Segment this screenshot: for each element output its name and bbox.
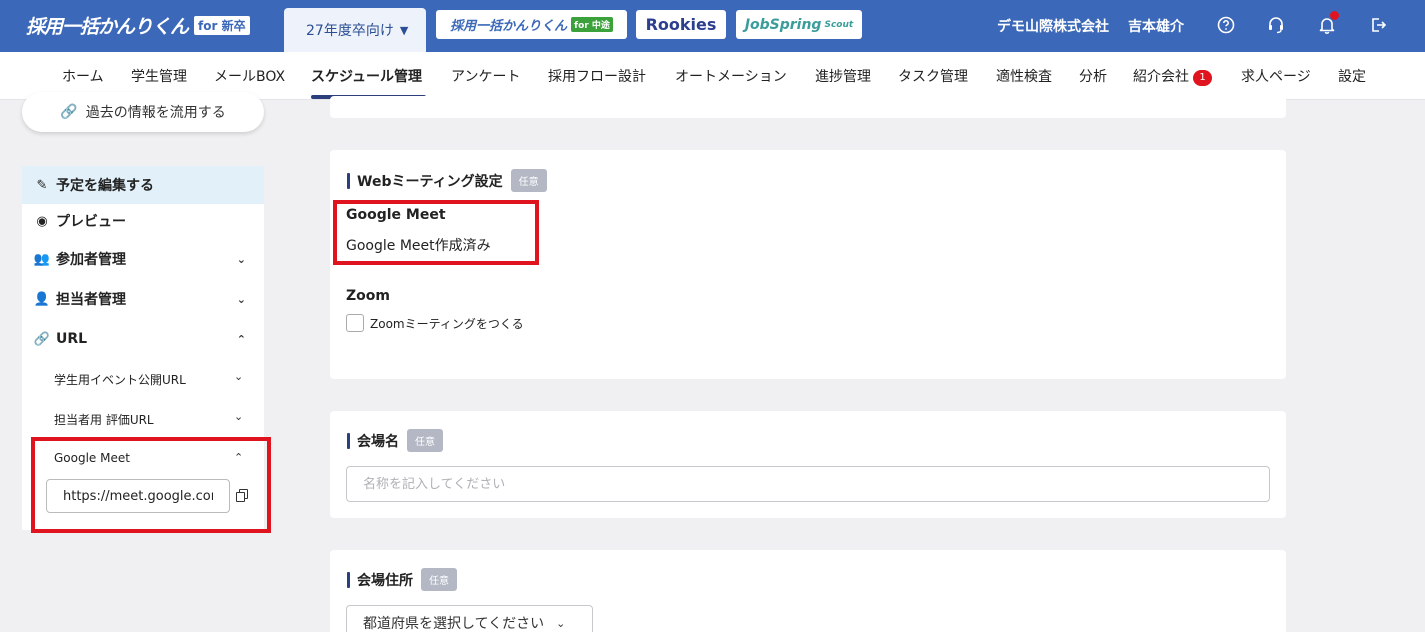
user-name[interactable]: 吉本雄介 — [1128, 16, 1184, 36]
sidebar-item-preview[interactable]: ◉ プレビュー — [22, 202, 264, 240]
pencil-icon: ✎ — [36, 177, 48, 193]
zoom-heading: Zoom — [346, 288, 390, 304]
venue-title-text: 会場名 — [357, 433, 399, 450]
nav-settings[interactable]: 設定 — [1338, 66, 1366, 86]
address-title-text: 会場住所 — [357, 572, 413, 589]
jobspring-tag: Scout — [824, 19, 854, 30]
brand-tag: for 新卒 — [194, 15, 250, 35]
chevron-down-icon: ▼ — [399, 23, 409, 37]
sidebar-item-label: プレビュー — [56, 214, 126, 230]
prefecture-select-value: 都道府県を選択してください — [363, 616, 545, 632]
chevron-down-icon[interactable]: ⌄ — [234, 410, 243, 423]
nav-schedule[interactable]: スケジュール管理 — [311, 66, 422, 86]
year-select[interactable]: 27年度卒向け ▼ — [284, 8, 426, 52]
address-card: 会場住所 任意 都道府県を選択してください ⌄ — [330, 550, 1286, 632]
logout-icon[interactable] — [1367, 14, 1389, 36]
venue-card: 会場名 任意 — [330, 411, 1286, 518]
kanrikun-chuto-link[interactable]: 採用一括かんりくん for 中途 — [436, 10, 627, 39]
reuse-past-info-label: 過去の情報を流用する — [85, 105, 226, 121]
sidebar-item-label: 予定を編集する — [56, 178, 154, 194]
optional-tag: 任意 — [407, 429, 443, 452]
venue-title: 会場名 任意 — [347, 429, 443, 452]
jobspring-name: JobSpring — [744, 16, 822, 33]
link-icon: 🔗 — [33, 331, 51, 347]
sidebar-item-edit[interactable]: ✎ 予定を編集する — [22, 166, 264, 204]
optional-tag: 任意 — [421, 568, 457, 591]
venue-name-input[interactable] — [346, 466, 1270, 502]
reuse-past-info-button[interactable]: 🔗 過去の情報を流用する — [22, 92, 264, 132]
sidebar-item-label: 参加者管理 — [56, 252, 126, 268]
nav-aptitude[interactable]: 適性検査 — [996, 66, 1052, 86]
link-icon: 🔗 — [60, 104, 78, 120]
sidebar-item-url[interactable]: 🔗 URL ⌃ — [22, 320, 264, 358]
rookies-name: Rookies — [645, 15, 717, 34]
sidebar-sub-student-url[interactable]: 学生用イベント公開URL — [54, 371, 186, 388]
bell-icon[interactable] — [1316, 11, 1339, 36]
user-group-icon: 👤 — [33, 291, 51, 307]
zoom-checkbox[interactable] — [346, 314, 364, 332]
eye-icon: ◉ — [36, 213, 48, 229]
highlight-gmeet-url — [31, 437, 271, 533]
prefecture-select[interactable]: 都道府県を選択してください ⌄ — [346, 605, 593, 632]
web-meeting-title-text: Webミーティング設定 — [357, 173, 503, 190]
web-meeting-title: Webミーティング設定 任意 — [347, 169, 547, 192]
brand-name: 採用一括かんりくん — [26, 15, 189, 38]
sidebar-item-participants[interactable]: 👥 参加者管理 ⌄ — [22, 240, 264, 278]
sidebar-item-label: URL — [56, 331, 88, 347]
nav-agencies[interactable]: 紹介会社 1 — [1133, 66, 1212, 86]
chevron-down-icon: ⌄ — [236, 252, 246, 266]
support-icon[interactable] — [1265, 14, 1287, 36]
previous-card — [330, 96, 1286, 118]
company-name: デモ山際株式会社 — [997, 19, 1109, 35]
kanrikun-chuto-name: 採用一括かんりくん — [450, 19, 568, 34]
rookies-link[interactable]: Rookies — [636, 10, 726, 39]
nav-students[interactable]: 学生管理 — [131, 66, 187, 86]
top-bar: 採用一括かんりくん for 新卒 27年度卒向け ▼ 採用一括かんりくん for… — [0, 0, 1425, 52]
chevron-down-icon: ⌄ — [556, 616, 566, 630]
nav-automation[interactable]: オートメーション — [675, 66, 787, 86]
nav-mailbox[interactable]: メールBOX — [214, 66, 285, 86]
chevron-down-icon[interactable]: ⌄ — [234, 370, 243, 383]
optional-tag: 任意 — [510, 169, 547, 192]
nav-progress[interactable]: 進捗管理 — [815, 66, 871, 86]
nav-tasks[interactable]: タスク管理 — [898, 66, 968, 86]
chevron-down-icon: ⌄ — [236, 292, 246, 306]
chevron-up-icon: ⌃ — [236, 332, 246, 346]
brand-logo[interactable]: 採用一括かんりくん for 新卒 — [26, 12, 250, 38]
zoom-checkbox-label[interactable]: Zoomミーティングをつくる — [370, 315, 524, 332]
address-title: 会場住所 任意 — [347, 568, 457, 591]
nav-flow-design[interactable]: 採用フロー設計 — [548, 66, 646, 86]
highlight-gmeet-info — [333, 200, 539, 265]
help-icon[interactable] — [1215, 14, 1237, 36]
sidebar-sub-evaluator-url[interactable]: 担当者用 評価URL — [54, 411, 154, 428]
nav-survey[interactable]: アンケート — [451, 66, 520, 86]
kanrikun-chuto-tag: for 中途 — [571, 17, 613, 32]
nav-home[interactable]: ホーム — [62, 66, 104, 86]
year-select-value: 27年度卒向け — [306, 23, 394, 39]
sidebar-item-label: 担当者管理 — [56, 292, 126, 308]
nav-analysis[interactable]: 分析 — [1079, 66, 1107, 86]
nav-agencies-badge: 1 — [1193, 70, 1212, 86]
jobspring-link[interactable]: JobSpring Scout — [736, 10, 862, 39]
users-icon: 👥 — [33, 251, 51, 267]
sidebar-item-managers[interactable]: 👤 担当者管理 ⌄ — [22, 280, 264, 318]
nav-job-page[interactable]: 求人ページ — [1241, 66, 1311, 86]
nav-agencies-label: 紹介会社 — [1133, 69, 1189, 85]
notification-dot — [1330, 11, 1339, 20]
